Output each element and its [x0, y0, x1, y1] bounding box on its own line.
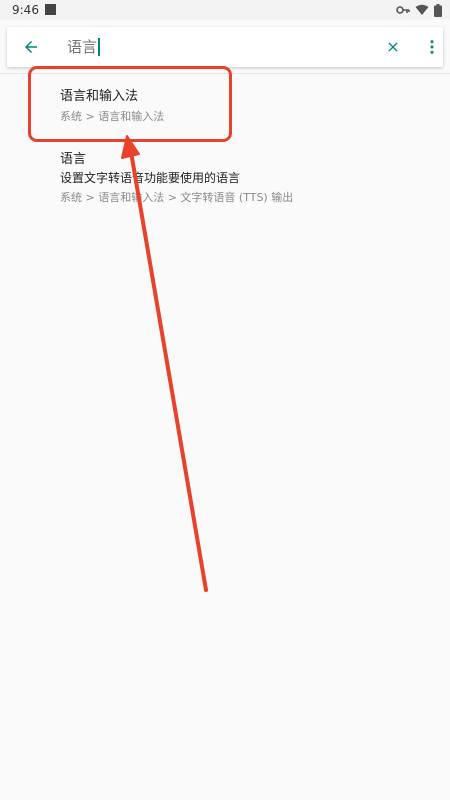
- result-breadcrumb: 系统 > 语言和输入法: [60, 110, 165, 123]
- result-summary: 设置文字转语音功能要使用的语言: [60, 171, 241, 185]
- notification-icon: [45, 4, 56, 15]
- status-time: 9:46: [12, 3, 39, 17]
- result-breadcrumb: 系统 > 语言和输入法 > 文字转语音 (TTS) 输出: [60, 191, 294, 204]
- vpn-key-icon: [396, 5, 410, 15]
- arrow-back-icon: [25, 41, 37, 53]
- search-input[interactable]: 语言: [67, 36, 101, 58]
- clear-button[interactable]: [381, 35, 405, 59]
- battery-icon: [434, 3, 442, 17]
- status-bar: 9:46: [0, 0, 450, 20]
- search-query: 语言: [67, 38, 98, 56]
- more-options-button[interactable]: [420, 35, 444, 59]
- search-result-item[interactable]: 语言和输入法 系统 > 语言和输入法: [0, 80, 450, 142]
- status-icons: [396, 3, 442, 17]
- divider: [0, 73, 450, 74]
- more-vert-icon: [430, 40, 434, 54]
- text-cursor: [98, 38, 101, 56]
- result-title: 语言和输入法: [60, 89, 139, 104]
- search-bar: 语言: [7, 27, 443, 67]
- wifi-icon: [415, 4, 429, 16]
- back-button[interactable]: [19, 35, 43, 59]
- search-result-item[interactable]: 语言 设置文字转语音功能要使用的语言 系统 > 语言和输入法 > 文字转语音 (…: [0, 146, 450, 212]
- result-title: 语言: [60, 152, 87, 167]
- close-icon: [388, 42, 398, 52]
